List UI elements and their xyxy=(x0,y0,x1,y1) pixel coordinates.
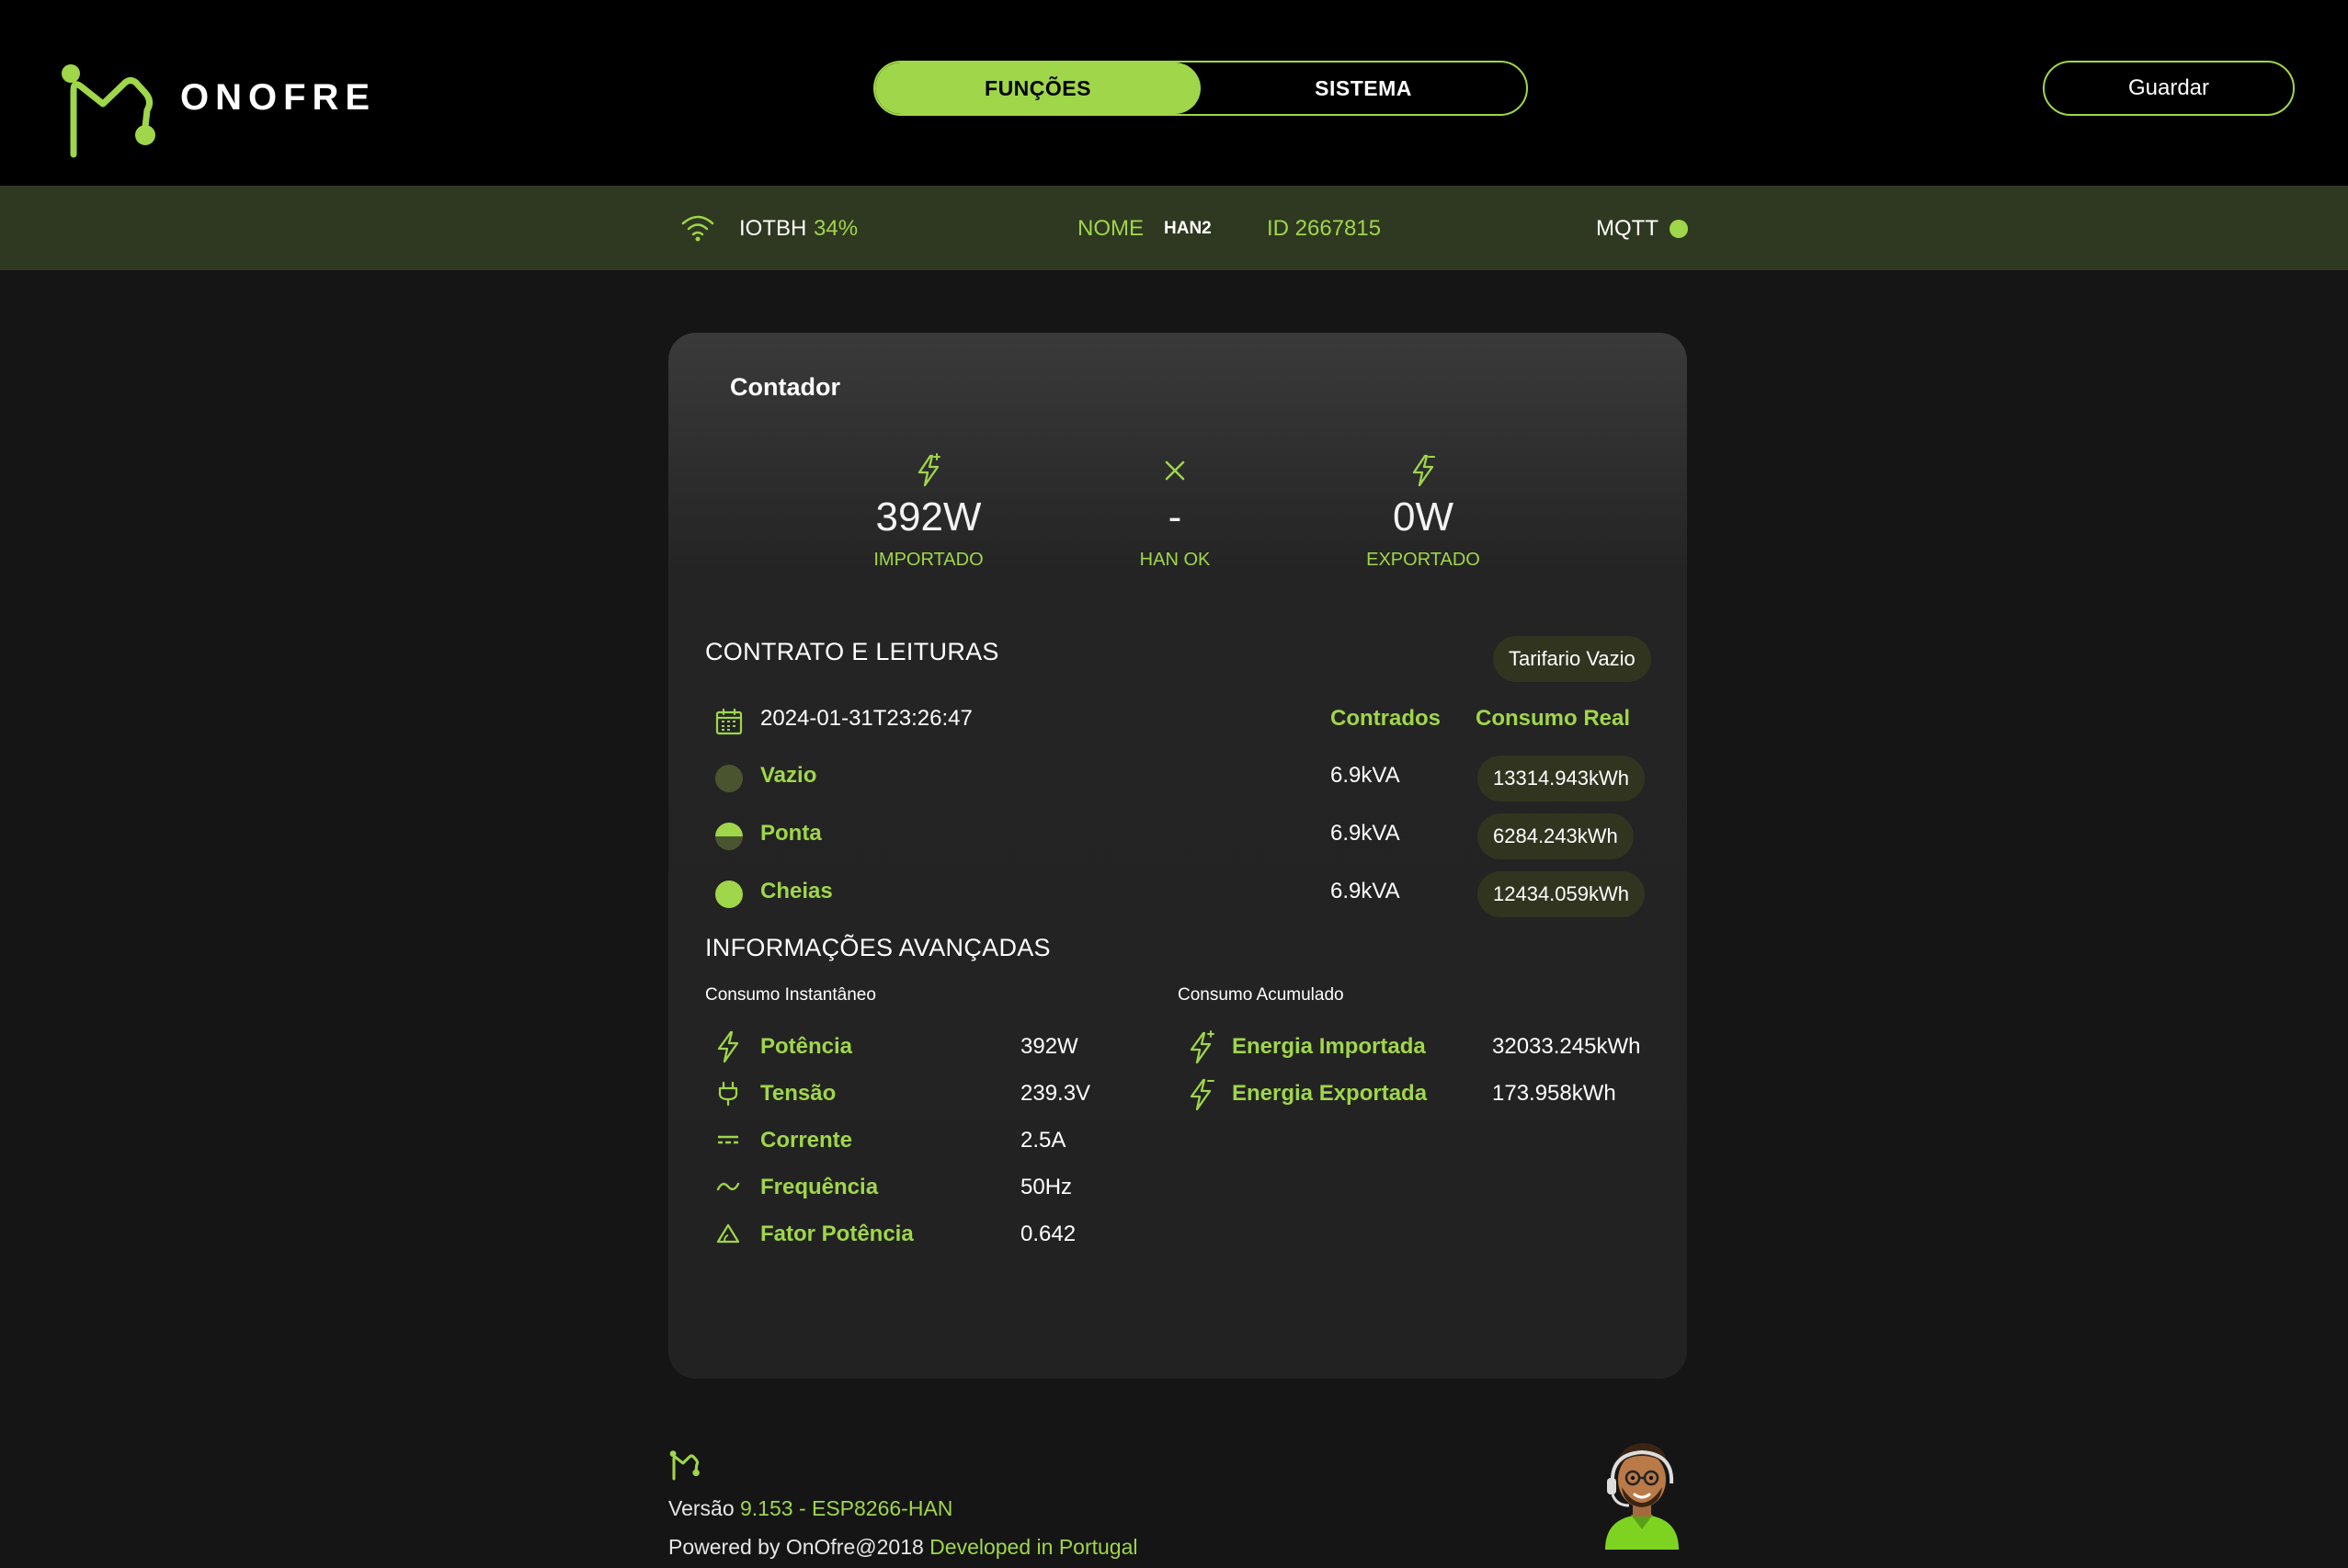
x-icon xyxy=(1165,460,1185,481)
metric-han-ok: - HAN OK xyxy=(1065,452,1285,571)
meter-card: Contador 392W IMPORTADO - HAN OK 0W EXPO xyxy=(668,333,1687,1379)
col-contracted-header: Contrados xyxy=(1330,706,1441,731)
support-avatar-icon[interactable] xyxy=(1596,1434,1688,1550)
name-value: HAN2 xyxy=(1164,219,1212,238)
tariff-badge: Tarifario Vazio xyxy=(1493,636,1651,682)
metric-value: 392W xyxy=(875,494,982,540)
tariff-row-contracted: 6.9kVA xyxy=(1330,763,1400,788)
save-button[interactable]: Guardar xyxy=(2043,61,2295,116)
instant-row-value: 239.3V xyxy=(1020,1081,1091,1106)
wifi-signal: 34% xyxy=(814,216,859,241)
tariff-row-label: Vazio xyxy=(760,763,817,788)
tariff-row-contracted: 6.9kVA xyxy=(1330,879,1400,903)
accum-row-label: Energia Importada xyxy=(1232,1034,1426,1059)
instant-row-label: Fator Potência xyxy=(760,1221,914,1246)
developed-in-link[interactable]: Developed in Portugal xyxy=(929,1535,1137,1559)
triangle-icon xyxy=(716,1223,740,1244)
version-value: 9.153 - ESP8266-HAN xyxy=(740,1496,953,1520)
accum-row-value: 173.958kWh xyxy=(1492,1081,1616,1106)
tab-bar: FUNÇÕES SISTEMA xyxy=(873,61,1528,116)
col-real-header: Consumo Real xyxy=(1476,706,1631,731)
powered-by: Powered by OnOfre@2018 xyxy=(668,1535,924,1559)
metric-imported: 392W IMPORTADO xyxy=(818,452,1039,571)
advanced-heading: INFORMAÇÕES AVANÇADAS xyxy=(705,934,1051,961)
tab-sistema[interactable]: SISTEMA xyxy=(1201,62,1526,114)
instant-row-label: Corrente xyxy=(760,1128,853,1153)
contract-heading: CONTRATO E LEITURAS xyxy=(705,638,999,665)
version-prefix: Versão xyxy=(668,1496,735,1520)
instant-row-label: Potência xyxy=(760,1034,853,1059)
lightning-icon xyxy=(1190,1078,1214,1111)
tariff-row-real: 13314.943kWh xyxy=(1477,756,1645,801)
instant-row-value: 50Hz xyxy=(1020,1175,1073,1199)
plug-icon xyxy=(718,1081,738,1107)
cheias-dot-icon xyxy=(715,881,743,908)
calendar-icon xyxy=(715,708,743,735)
name-label: NOME xyxy=(1077,216,1144,241)
instant-row-label: Frequência xyxy=(760,1175,879,1199)
metric-label: HAN OK xyxy=(1139,550,1211,570)
onofre-small-logo-icon xyxy=(669,1450,700,1481)
brand-name: ONOFRE xyxy=(180,77,377,118)
accum-row-label: Energia Exportada xyxy=(1232,1081,1428,1106)
footer-credits: Powered by OnOfre@2018 Developed in Port… xyxy=(668,1535,1138,1560)
mqtt-label: MQTT xyxy=(1596,216,1658,241)
vazio-dot-icon xyxy=(715,765,743,792)
instant-row-value: 0.642 xyxy=(1020,1221,1077,1246)
tab-funcoes[interactable]: FUNÇÕES xyxy=(875,62,1201,114)
tariff-row-label: Ponta xyxy=(760,821,822,846)
instant-row-value: 392W xyxy=(1020,1034,1078,1059)
lightning-icon xyxy=(1412,454,1435,487)
lightning-icon xyxy=(918,453,940,487)
instant-row-label: Tensão xyxy=(760,1081,837,1106)
top-bar: ONOFRE FUNÇÕES SISTEMA Guardar xyxy=(0,0,2348,186)
status-bar: IOTBH 34% NOME HAN2 ID 2667815 MQTT xyxy=(0,186,2348,270)
tariff-row-real: 12434.059kWh xyxy=(1477,871,1645,917)
footer-version: Versão 9.153 - ESP8266-HAN xyxy=(668,1496,952,1521)
metric-exported: 0W EXPORTADO xyxy=(1313,452,1533,571)
accumulated-title: Consumo Acumulado xyxy=(1178,985,1344,1005)
instant-row-value: 2.5A xyxy=(1020,1128,1066,1153)
tariff-row-label: Cheias xyxy=(760,879,833,903)
lightning-icon xyxy=(1190,1030,1214,1064)
wifi-icon xyxy=(681,215,714,242)
mqtt-status-dot xyxy=(1670,220,1688,238)
metric-label: EXPORTADO xyxy=(1366,550,1480,570)
device-id: ID 2667815 xyxy=(1267,216,1382,241)
instant-title: Consumo Instantâneo xyxy=(705,985,876,1005)
metric-value: - xyxy=(1168,494,1182,540)
reading-timestamp: 2024-01-31T23:26:47 xyxy=(760,706,973,731)
tariff-row-real: 6284.243kWh xyxy=(1477,813,1634,859)
metric-value: 0W xyxy=(1393,494,1453,540)
tariff-row-contracted: 6.9kVA xyxy=(1330,821,1400,846)
lightning-icon xyxy=(717,1030,739,1063)
dc-current-icon xyxy=(718,1135,738,1144)
accum-row-value: 32033.245kWh xyxy=(1492,1034,1641,1059)
wifi-ssid: IOTBH xyxy=(739,216,807,241)
onofre-logo-icon xyxy=(62,64,155,158)
wave-icon xyxy=(716,1182,740,1191)
card-title: Contador xyxy=(730,373,840,401)
ponta-half-dot-icon xyxy=(715,823,743,850)
metric-label: IMPORTADO xyxy=(873,550,984,570)
